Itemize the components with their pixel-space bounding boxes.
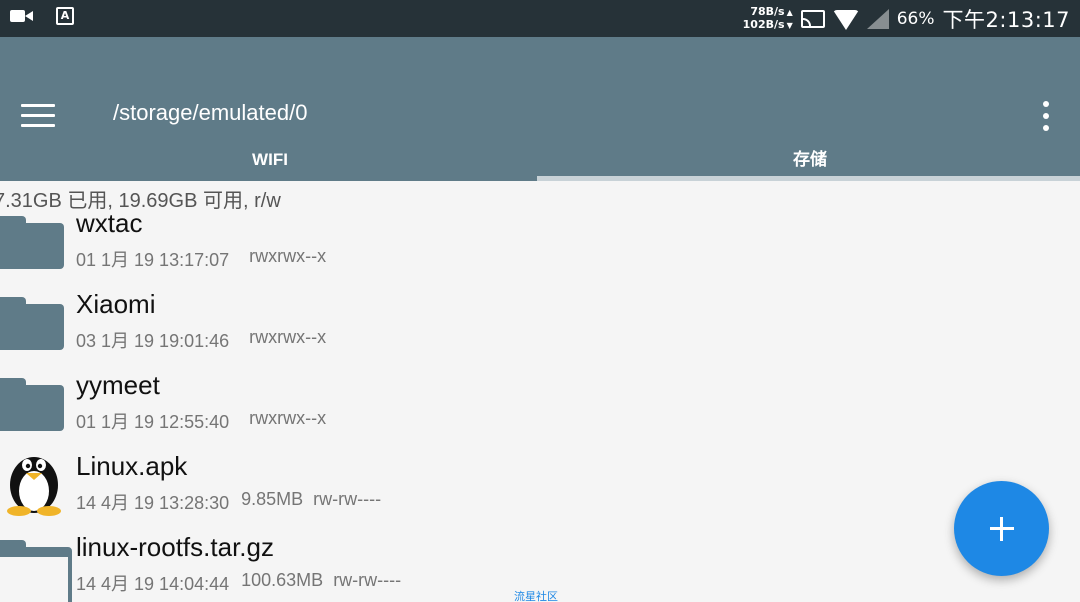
tab-selected-indicator — [537, 176, 1080, 181]
status-left-icons: A — [10, 7, 74, 25]
menu-icon[interactable] — [21, 104, 55, 128]
tab-storage[interactable]: 存储 — [540, 139, 1080, 181]
archive-icon — [0, 540, 72, 602]
file-name: Xiaomi — [76, 289, 156, 319]
list-item[interactable]: Linux.apk 14 4月 19 13:28:30 9.85MB rw-rw… — [0, 451, 1080, 531]
a-icon: A — [56, 7, 74, 25]
battery-level: 66% — [896, 8, 935, 29]
cast-icon — [800, 9, 825, 28]
status-bar: A 78B/s 102B/s 66% 下午2:13:17 — [0, 0, 1080, 37]
file-size: 100.63MB — [241, 570, 324, 590]
status-clock: 下午2:13:17 — [942, 7, 1070, 32]
file-name: yymeet — [76, 370, 160, 400]
file-date: 03 1月 19 19:01:46 — [76, 331, 230, 351]
list-item[interactable]: yymeet 01 1月 19 12:55:40 rwxrwx--x — [0, 370, 1080, 450]
folder-icon — [0, 378, 64, 431]
app-bar: /storage/emulated/0 WIFI 存储 — [0, 37, 1080, 181]
file-meta: 03 1月 19 19:01:46 rwxrwx--x — [76, 327, 326, 353]
tab-wifi[interactable]: WIFI — [0, 139, 540, 181]
file-permissions: rw-rw---- — [313, 489, 382, 509]
add-fab-button[interactable] — [954, 481, 1049, 576]
tux-icon — [7, 457, 61, 516]
wifi-icon — [832, 9, 859, 30]
file-permissions: rwxrwx--x — [249, 327, 327, 347]
list-item[interactable]: Xiaomi 03 1月 19 19:01:46 rwxrwx--x — [0, 289, 1080, 369]
list-item[interactable]: wxtac 01 1月 19 13:17:07 rwxrwx--x — [0, 208, 1080, 288]
file-meta: 14 4月 19 14:04:44 100.63MB rw-rw---- — [76, 570, 401, 596]
file-meta: 14 4月 19 13:28:30 9.85MB rw-rw---- — [76, 489, 381, 515]
file-date: 14 4月 19 13:28:30 — [76, 493, 230, 513]
tab-bar: WIFI 存储 — [0, 139, 1080, 181]
net-up-speed: 78B/s — [743, 5, 793, 19]
net-down-speed: 102B/s — [743, 18, 793, 32]
file-meta: 01 1月 19 12:55:40 rwxrwx--x — [76, 408, 326, 434]
file-size: 9.85MB — [241, 489, 304, 509]
file-date: 14 4月 19 14:04:44 — [76, 574, 230, 594]
file-permissions: rwxrwx--x — [249, 246, 327, 266]
file-name: linux-rootfs.tar.gz — [76, 532, 274, 562]
file-meta: 01 1月 19 13:17:07 rwxrwx--x — [76, 246, 326, 272]
signal-icon — [866, 8, 889, 29]
watermark: 流星社区 — [514, 590, 558, 602]
network-speed: 78B/s 102B/s — [743, 5, 793, 32]
file-date: 01 1月 19 12:55:40 — [76, 412, 230, 432]
folder-icon — [0, 216, 64, 269]
current-path: /storage/emulated/0 — [113, 100, 308, 125]
file-permissions: rw-rw---- — [333, 570, 402, 590]
file-name: Linux.apk — [76, 451, 188, 481]
file-permissions: rwxrwx--x — [249, 408, 327, 428]
video-icon — [10, 9, 34, 23]
more-options-icon[interactable] — [1038, 101, 1054, 131]
status-right: 78B/s 102B/s 66% 下午2:13:17 — [743, 0, 1070, 37]
folder-icon — [0, 297, 64, 350]
file-name: wxtac — [76, 208, 143, 238]
file-date: 01 1月 19 13:17:07 — [76, 250, 230, 270]
